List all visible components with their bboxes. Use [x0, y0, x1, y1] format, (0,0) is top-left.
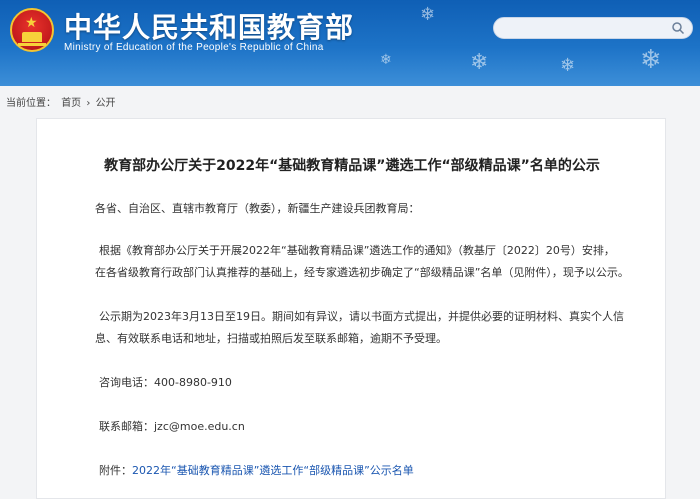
site-subtitle: Ministry of Education of the People's Re… [64, 42, 324, 53]
article-paragraph-line: 息、有效联系电话和地址，扫描或拍照后发至联系邮箱，逾期不予受理。 [95, 332, 447, 345]
article-paragraph-line: 在各省级教育行政部门认真推荐的基础上，经专家遴选初步确定了“部级精品课”名单（见… [95, 266, 629, 279]
phone-number: 400-8980-910 [154, 376, 232, 389]
search-icon[interactable] [671, 21, 685, 35]
attachment: 附件：2022年“基础教育精品课”遴选工作“部级精品课”公示名单 [99, 461, 659, 481]
breadcrumb-current-link[interactable]: 公开 [96, 98, 116, 109]
article-paragraph-line: 根据《教育部办公厅关于开展2022年“基础教育精品课”遴选工作的通知》（教基厅〔… [99, 244, 615, 257]
star-icon: ★ [25, 15, 38, 31]
snowflake-decoration: ❄ [640, 45, 662, 75]
national-emblem-logo[interactable]: ★ [10, 8, 54, 52]
email-address: jzc@moe.edu.cn [154, 420, 245, 433]
search-input[interactable] [493, 17, 693, 39]
snowflake-decoration: ❄ [420, 4, 436, 25]
contact-email: 联系邮箱：jzc@moe.edu.cn [99, 417, 659, 437]
breadcrumb-bar: 当前位置： 首页 › 公开 [0, 86, 700, 116]
article-paragraph-line: 公示期为2023年3月13日至19日。期间如有异议，请以书面方式提出，并提供必要… [99, 310, 624, 323]
breadcrumb-home-link[interactable]: 首页 [61, 98, 81, 109]
site-header: ❄ ❄ ❄ ❄ ❄ ★ 中华人民共和国教育部 Ministry of Educa… [0, 0, 700, 86]
attachment-link[interactable]: 2022年“基础教育精品课”遴选工作“部级精品课”公示名单 [132, 464, 414, 477]
article-content: 教育部办公厅关于2022年“基础教育精品课”遴选工作“部级精品课”名单的公示 各… [36, 118, 666, 499]
snowflake-decoration: ❄ [470, 50, 489, 75]
contact-phone: 咨询电话：400-8980-910 [99, 373, 659, 393]
phone-label: 咨询电话： [99, 376, 154, 389]
snowflake-decoration: ❄ [380, 52, 392, 68]
snowflake-decoration: ❄ [560, 55, 576, 76]
breadcrumb-prefix: 当前位置： [6, 98, 56, 109]
article-title: 教育部办公厅关于2022年“基础教育精品课”遴选工作“部级精品课”名单的公示 [104, 158, 600, 174]
breadcrumb: 当前位置： 首页 › 公开 [6, 94, 118, 109]
email-label: 联系邮箱： [99, 420, 154, 433]
attachment-label: 附件： [99, 464, 132, 477]
breadcrumb-separator: › [86, 98, 91, 109]
site-title[interactable]: 中华人民共和国教育部 [64, 6, 354, 46]
article-salutation: 各省、自治区、直辖市教育厅（教委），新疆生产建设兵团教育局： [95, 202, 420, 215]
